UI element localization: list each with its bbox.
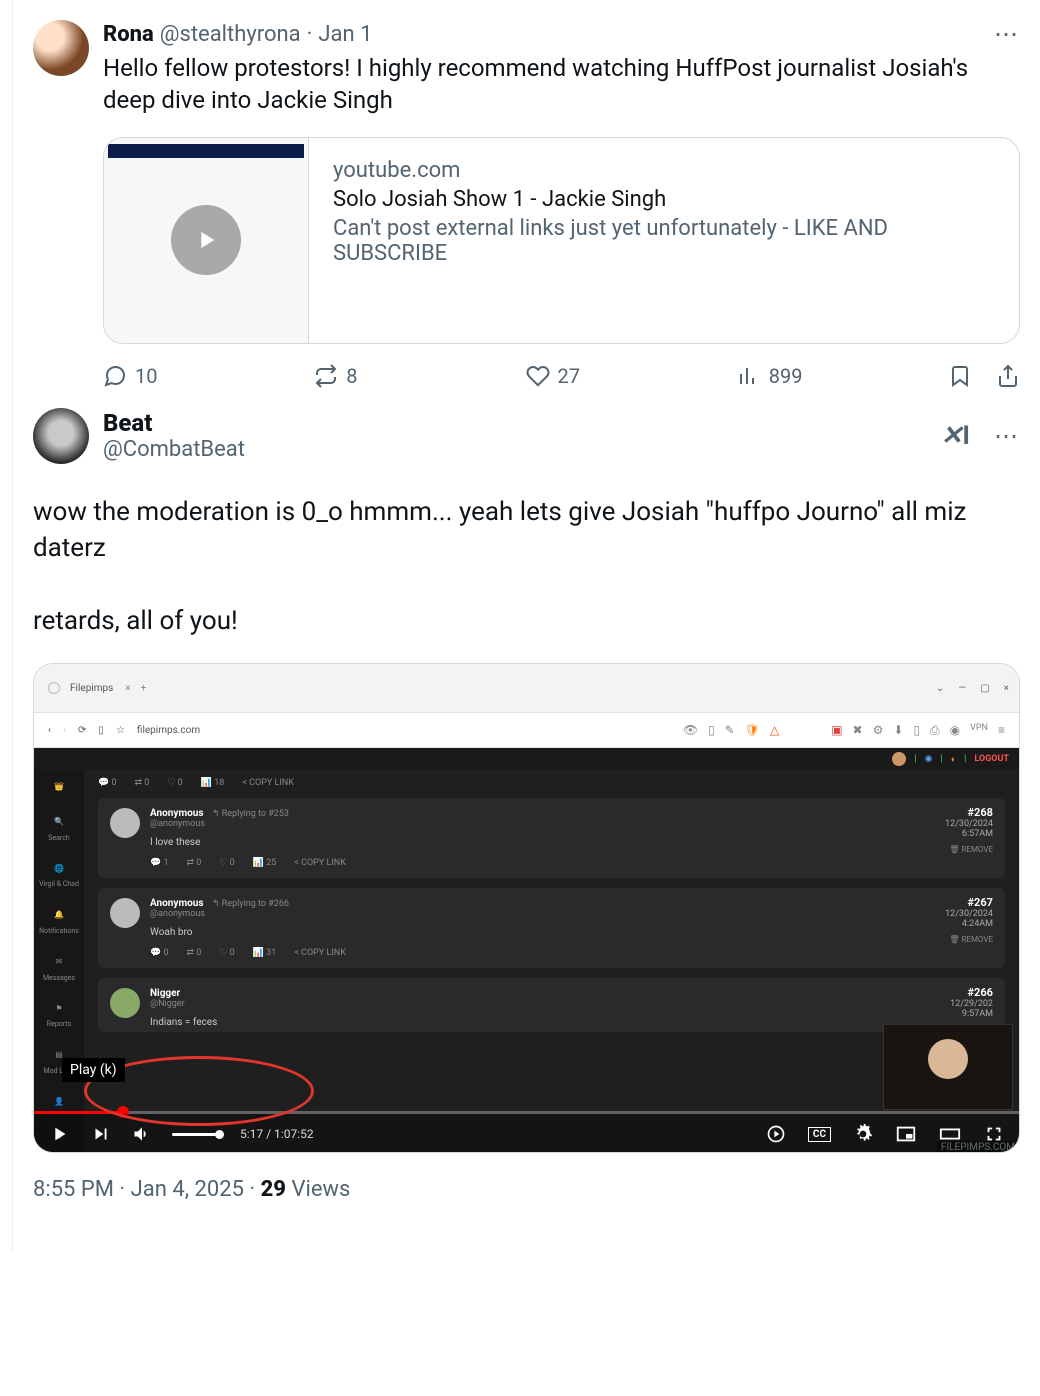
- globe-icon: 🌐: [50, 860, 68, 877]
- picture-in-picture: [883, 1024, 1013, 1110]
- cc-icon[interactable]: CC: [808, 1127, 831, 1142]
- reply-button[interactable]: 10: [103, 364, 314, 388]
- forum-post: Anonymous ↰ Replying to #253 @anonymous …: [98, 798, 1005, 878]
- avatar: [110, 898, 140, 928]
- share-icon[interactable]: [996, 364, 1020, 388]
- bookmark-icon[interactable]: [948, 364, 972, 388]
- views-button[interactable]: 899: [737, 364, 948, 388]
- play-icon: [171, 205, 241, 275]
- search-icon: 🔍: [50, 813, 68, 830]
- tweet-text-line: wow the moderation is 0_o hmmm... yeah l…: [33, 494, 1020, 567]
- video-time: 5:17 / 1:07:52: [240, 1127, 314, 1141]
- user-icon: 👤: [50, 1093, 68, 1110]
- views-count: 899: [769, 364, 803, 388]
- repost-button[interactable]: 8: [314, 364, 525, 388]
- author-handle[interactable]: @CombatBeat: [103, 437, 245, 462]
- browser-tab: Filepimps×: [70, 683, 131, 694]
- more-icon[interactable]: ⋯: [994, 20, 1020, 48]
- tweet-timestamp[interactable]: 8:55 PM · Jan 4, 2025 · 29 Views: [33, 1177, 1020, 1202]
- separator: ·: [307, 22, 313, 47]
- fullscreen-icon[interactable]: [983, 1123, 1005, 1145]
- more-icon[interactable]: ⋯: [994, 422, 1020, 450]
- avatar: [110, 988, 140, 1018]
- quoted-parent-tweet[interactable]: Rona @stealthyrona · Jan 1 ⋯ Hello fello…: [13, 0, 1040, 388]
- author-handle[interactable]: @stealthyrona: [160, 22, 301, 47]
- play-tooltip: Play (k): [62, 1058, 125, 1082]
- logo-icon: 👑: [50, 778, 68, 795]
- card-title: Solo Josiah Show 1 - Jackie Singh: [333, 187, 995, 212]
- card-description: Can't post external links just yet unfor…: [333, 216, 995, 266]
- main-tweet: Beat @CombatBeat ✕I ⋯ wow the moderation…: [13, 388, 1040, 1223]
- tweet-text: Hello fellow protestors! I highly recomm…: [103, 52, 1020, 117]
- forum-post: Anonymous ↰ Replying to #266 @anonymous …: [98, 888, 1005, 968]
- card-domain: youtube.com: [333, 158, 995, 183]
- url-text: filepimps.com: [137, 725, 671, 736]
- autoplay-icon[interactable]: [766, 1124, 786, 1144]
- grok-icon[interactable]: ✕I: [941, 421, 970, 451]
- volume-icon[interactable]: [132, 1124, 152, 1144]
- app-sidebar: 👑 🔍 Search 🌐 Virgil & Chad 🔔 Notificatio…: [34, 748, 84, 1153]
- avatar[interactable]: [33, 408, 89, 464]
- video-controls: 5:17 / 1:07:52 CC: [34, 1114, 1019, 1153]
- like-button[interactable]: 27: [526, 364, 737, 388]
- next-icon[interactable]: [90, 1123, 112, 1145]
- author-name[interactable]: Rona: [103, 22, 154, 47]
- settings-icon[interactable]: [853, 1124, 873, 1144]
- tweet-text-line: retards, all of you!: [33, 603, 1020, 639]
- engagement-bar: 10 8 27 899: [103, 364, 1020, 388]
- like-count: 27: [558, 364, 580, 388]
- flag-icon: ⚑: [50, 1000, 68, 1017]
- reply-count: 10: [135, 364, 157, 388]
- post-metrics-row: 💬 0 ⇄ 0 ♡ 0 📊 18 < COPY LINK: [98, 778, 1005, 788]
- card-thumbnail: [104, 138, 309, 343]
- post-date[interactable]: Jan 1: [318, 22, 372, 47]
- attached-media[interactable]: Filepimps× + ⌄—▢× ‹›⟳ ▯☆ filepimps.com 👁…: [33, 663, 1020, 1153]
- author-name[interactable]: Beat: [103, 409, 245, 437]
- browser-tab-bar: Filepimps× + ⌄—▢×: [34, 664, 1019, 712]
- volume-slider[interactable]: [172, 1133, 220, 1136]
- app-screenshot: |◉|◐| LOGOUT 👑 🔍 Search 🌐 Virgil & Chad …: [34, 748, 1019, 1153]
- bell-icon: 🔔: [50, 906, 68, 923]
- play-icon[interactable]: [48, 1123, 70, 1145]
- browser-url-bar: ‹›⟳ ▯☆ filepimps.com 👁▯✎🛡△ ▣✖⚙⬇▯⎙◉ VPN≡: [34, 712, 1019, 748]
- link-card[interactable]: youtube.com Solo Josiah Show 1 - Jackie …: [103, 137, 1020, 344]
- theater-icon[interactable]: [939, 1123, 961, 1145]
- avatar: [110, 808, 140, 838]
- avatar[interactable]: [33, 20, 89, 76]
- mail-icon: ✉: [50, 953, 68, 970]
- forum-post: Nigger @Nigger Indians = feces #266 12/2…: [98, 978, 1005, 1032]
- miniplayer-icon[interactable]: [895, 1123, 917, 1145]
- repost-count: 8: [346, 364, 357, 388]
